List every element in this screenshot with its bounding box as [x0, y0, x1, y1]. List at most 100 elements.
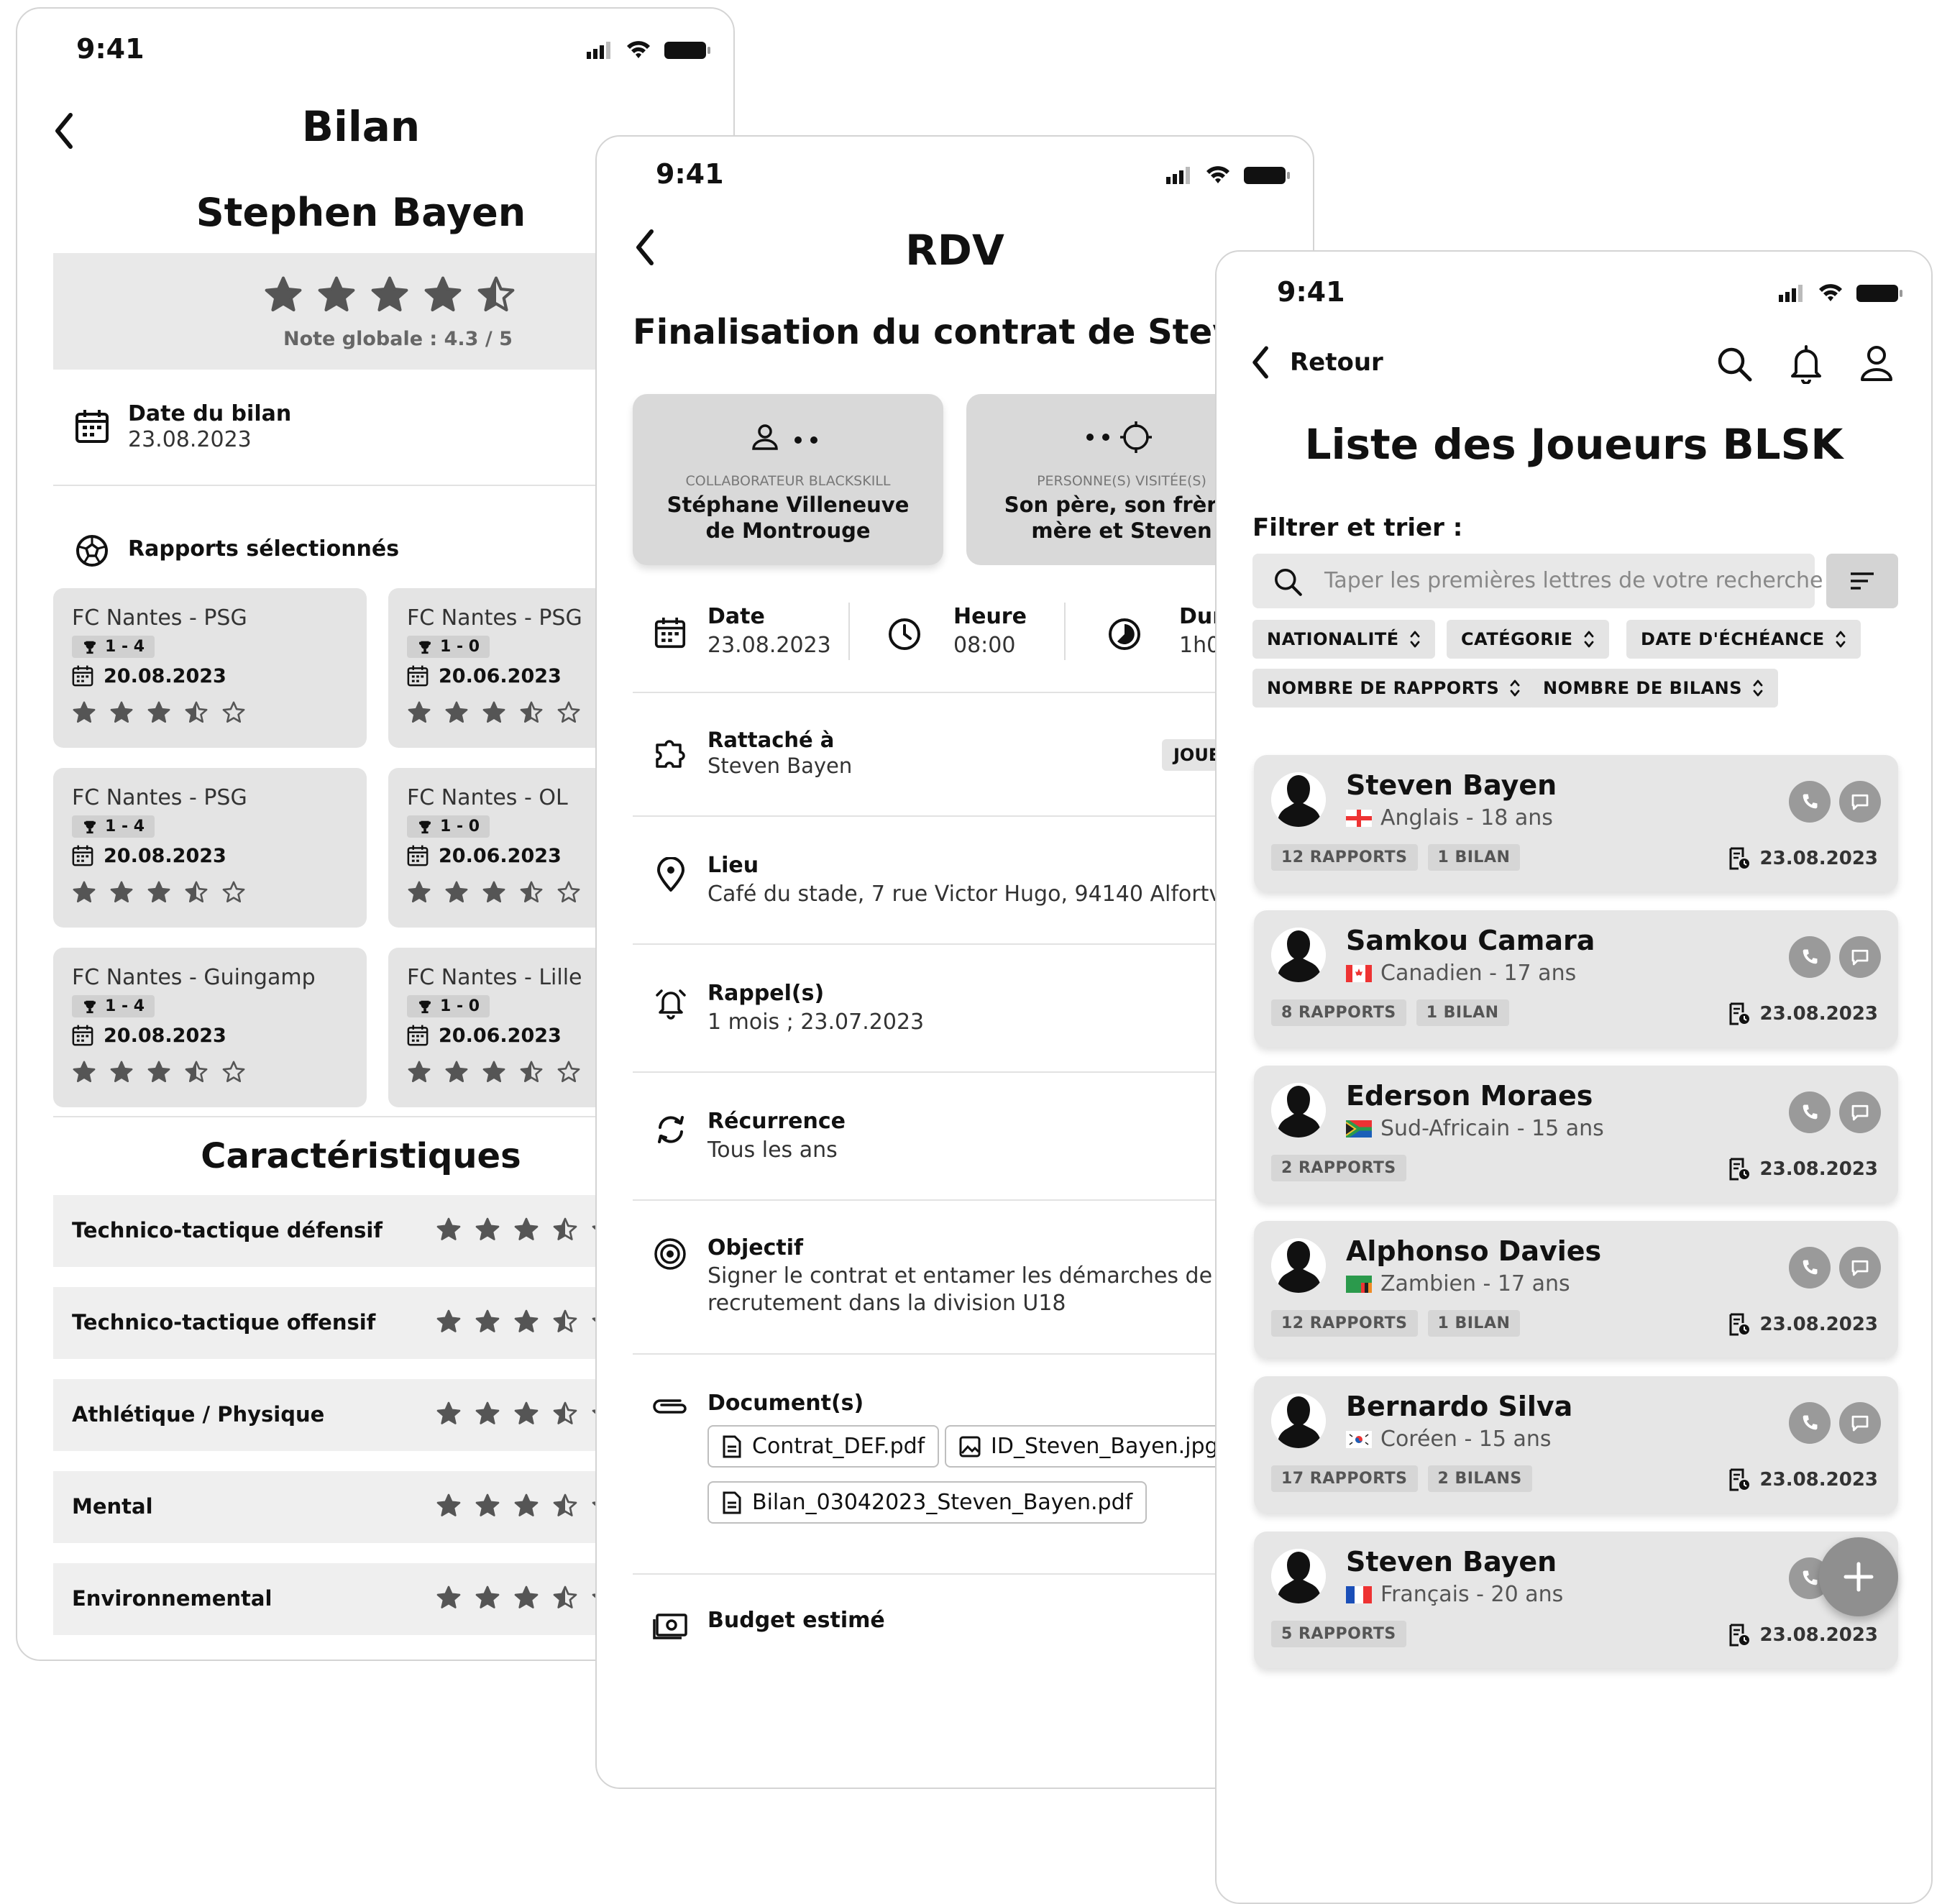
- back-chevron-icon: [1252, 346, 1268, 379]
- divider: [633, 1573, 1313, 1575]
- page-title: Liste des Joueurs BLSK: [1304, 420, 1843, 469]
- plus-icon: [1843, 1562, 1874, 1592]
- filter-chip-label: NOMBRE DE RAPPORTS: [1267, 678, 1500, 698]
- filter-chip[interactable]: CATÉGORIE: [1447, 620, 1609, 659]
- player-name: Ederson Moraes: [1346, 1080, 1593, 1112]
- star-full-icon: [318, 276, 355, 312]
- call-button[interactable]: [1789, 781, 1831, 823]
- duration-icon: [1109, 618, 1140, 650]
- star-empty-icon: [222, 881, 245, 903]
- add-player-fab[interactable]: [1819, 1537, 1898, 1616]
- player-card[interactable]: Samkou Camara Canadien - 17 ans 8 RAPPORTS…: [1254, 910, 1898, 1047]
- divider: [633, 943, 1313, 945]
- filter-chip[interactable]: NOMBRE DE RAPPORTS: [1252, 669, 1536, 708]
- star-full-icon: [436, 1493, 461, 1516]
- player-date: 23.08.2023: [1728, 847, 1878, 870]
- star-half-icon: [553, 1217, 577, 1240]
- document-chip[interactable]: ID_Steven_Bayen.jpg: [945, 1425, 1233, 1468]
- search-icon[interactable]: [1716, 345, 1753, 383]
- filter-chip[interactable]: NATIONALITÉ: [1252, 620, 1435, 659]
- filter-chip[interactable]: DATE D'ÉCHÉANCE: [1626, 620, 1861, 659]
- document-name: Contrat_DEF.pdf: [752, 1434, 925, 1459]
- message-button[interactable]: [1839, 936, 1881, 978]
- filter-chip-label: CATÉGORIE: [1461, 629, 1573, 649]
- sort-button[interactable]: [1826, 554, 1898, 608]
- report-stars: [407, 700, 581, 725]
- star-half-icon: [520, 881, 543, 903]
- star-full-icon: [436, 1217, 461, 1240]
- message-icon: [1851, 1260, 1869, 1276]
- report-card[interactable]: FC Nantes - PSG 1 - 4 20.08.2023: [53, 588, 367, 748]
- documents-label: Document(s): [707, 1391, 864, 1416]
- call-button[interactable]: [1789, 1091, 1831, 1133]
- hour-value: 08:00: [953, 633, 1016, 658]
- player-date: 23.08.2023: [1728, 1313, 1878, 1336]
- bell-icon[interactable]: [1787, 344, 1825, 384]
- search-field[interactable]: Taper les premières lettres de votre rec…: [1252, 554, 1823, 608]
- player-date: 23.08.2023: [1728, 1468, 1878, 1491]
- star-full-icon: [482, 701, 505, 723]
- divider: [633, 1199, 1313, 1201]
- call-button[interactable]: [1789, 1402, 1831, 1444]
- player-name: Bernardo Silva: [1346, 1391, 1573, 1422]
- phone-icon: [1803, 1260, 1818, 1275]
- player-card[interactable]: Steven Bayen Anglais - 18 ans 12 RAPPORTS 1…: [1254, 755, 1898, 892]
- characteristic-label: Mental: [72, 1494, 153, 1519]
- message-button[interactable]: [1839, 781, 1881, 823]
- clock-icon: [889, 618, 920, 650]
- collaborator-card[interactable]: COLLABORATEUR BLACKSKILL Stéphane Villen…: [633, 394, 943, 565]
- report-card[interactable]: FC Nantes - Guingamp 1 - 4 20.08.2023: [53, 948, 367, 1107]
- status-time: 9:41: [1277, 276, 1345, 308]
- player-date: 23.08.2023: [1728, 1002, 1878, 1025]
- player-card[interactable]: Steven Bayen Français - 20 ans 5 RAPPORTS 2…: [1254, 1532, 1898, 1668]
- report-card[interactable]: FC Nantes - PSG 1 - 4 20.08.2023: [53, 768, 367, 928]
- rdv-screen: 9:41 RDV Finalisation du contrat de Stev…: [595, 135, 1314, 1789]
- avatar-silhouette-icon: [1271, 1549, 1326, 1603]
- report-date-value: 20.06.2023: [439, 664, 562, 687]
- player-card[interactable]: Ederson Moraes Sud-Africain - 15 ans 2 RAP…: [1254, 1066, 1898, 1202]
- report-score: 1 - 0: [407, 995, 490, 1017]
- player-tags: 5 RAPPORTS: [1271, 1621, 1416, 1647]
- message-button[interactable]: [1839, 1091, 1881, 1133]
- back-button[interactable]: Retour: [1248, 342, 1383, 383]
- player-date-value: 23.08.2023: [1759, 1624, 1878, 1646]
- message-button[interactable]: [1839, 1402, 1881, 1444]
- star-half-icon: [185, 701, 208, 723]
- player-nationality: Français - 20 ans: [1346, 1582, 1563, 1607]
- star-full-icon: [147, 881, 170, 903]
- call-button[interactable]: [1789, 1247, 1831, 1289]
- avatar: [1271, 1393, 1326, 1448]
- target-dots-icon: [1086, 421, 1152, 453]
- avatar: [1271, 1083, 1326, 1138]
- players-list-screen: 9:41 Retour Liste des Joueurs BLSK Filtr…: [1215, 250, 1933, 1904]
- player-card[interactable]: Bernardo Silva Coréen - 15 ans 17 RAPPORTS…: [1254, 1376, 1898, 1513]
- calendar-icon: [72, 1025, 93, 1046]
- message-button[interactable]: [1839, 1247, 1881, 1289]
- star-full-icon: [408, 701, 431, 723]
- message-icon: [1851, 1104, 1869, 1121]
- star-half-icon: [185, 1061, 208, 1083]
- objective-label: Objectif: [707, 1235, 804, 1260]
- report-date-icon: [1729, 1002, 1749, 1025]
- recurrence-icon: [658, 1116, 684, 1143]
- alarm-bell-icon: [656, 989, 686, 1020]
- rdv-subtitle: Finalisation du contrat de Steven: [633, 312, 1283, 352]
- characteristic-label: Athlétique / Physique: [72, 1402, 325, 1427]
- paperclip-icon: [653, 1399, 687, 1414]
- report-date: 20.06.2023: [407, 664, 562, 687]
- report-score-value: 1 - 4: [105, 818, 145, 836]
- filter-chip[interactable]: NOMBRE DE BILANS: [1529, 669, 1779, 708]
- star-full-icon: [514, 1217, 539, 1240]
- player-nationality: Coréen - 15 ans: [1346, 1427, 1552, 1452]
- status-icons: [1779, 284, 1902, 302]
- avatar: [1271, 1549, 1326, 1603]
- location-pin-icon: [657, 857, 684, 892]
- player-tags: 12 RAPPORTS 1 BILAN: [1271, 844, 1530, 871]
- profile-icon[interactable]: [1858, 344, 1895, 384]
- player-card[interactable]: Alphonso Davies Zambien - 17 ans 12 RAPPOR…: [1254, 1221, 1898, 1358]
- attached-label: Rattaché à: [707, 728, 835, 752]
- avatar-silhouette-icon: [1271, 928, 1326, 982]
- document-chip[interactable]: Contrat_DEF.pdf: [707, 1425, 940, 1468]
- call-button[interactable]: [1789, 936, 1831, 978]
- document-chip[interactable]: Bilan_03042023_Steven_Bayen.pdf: [707, 1481, 1148, 1524]
